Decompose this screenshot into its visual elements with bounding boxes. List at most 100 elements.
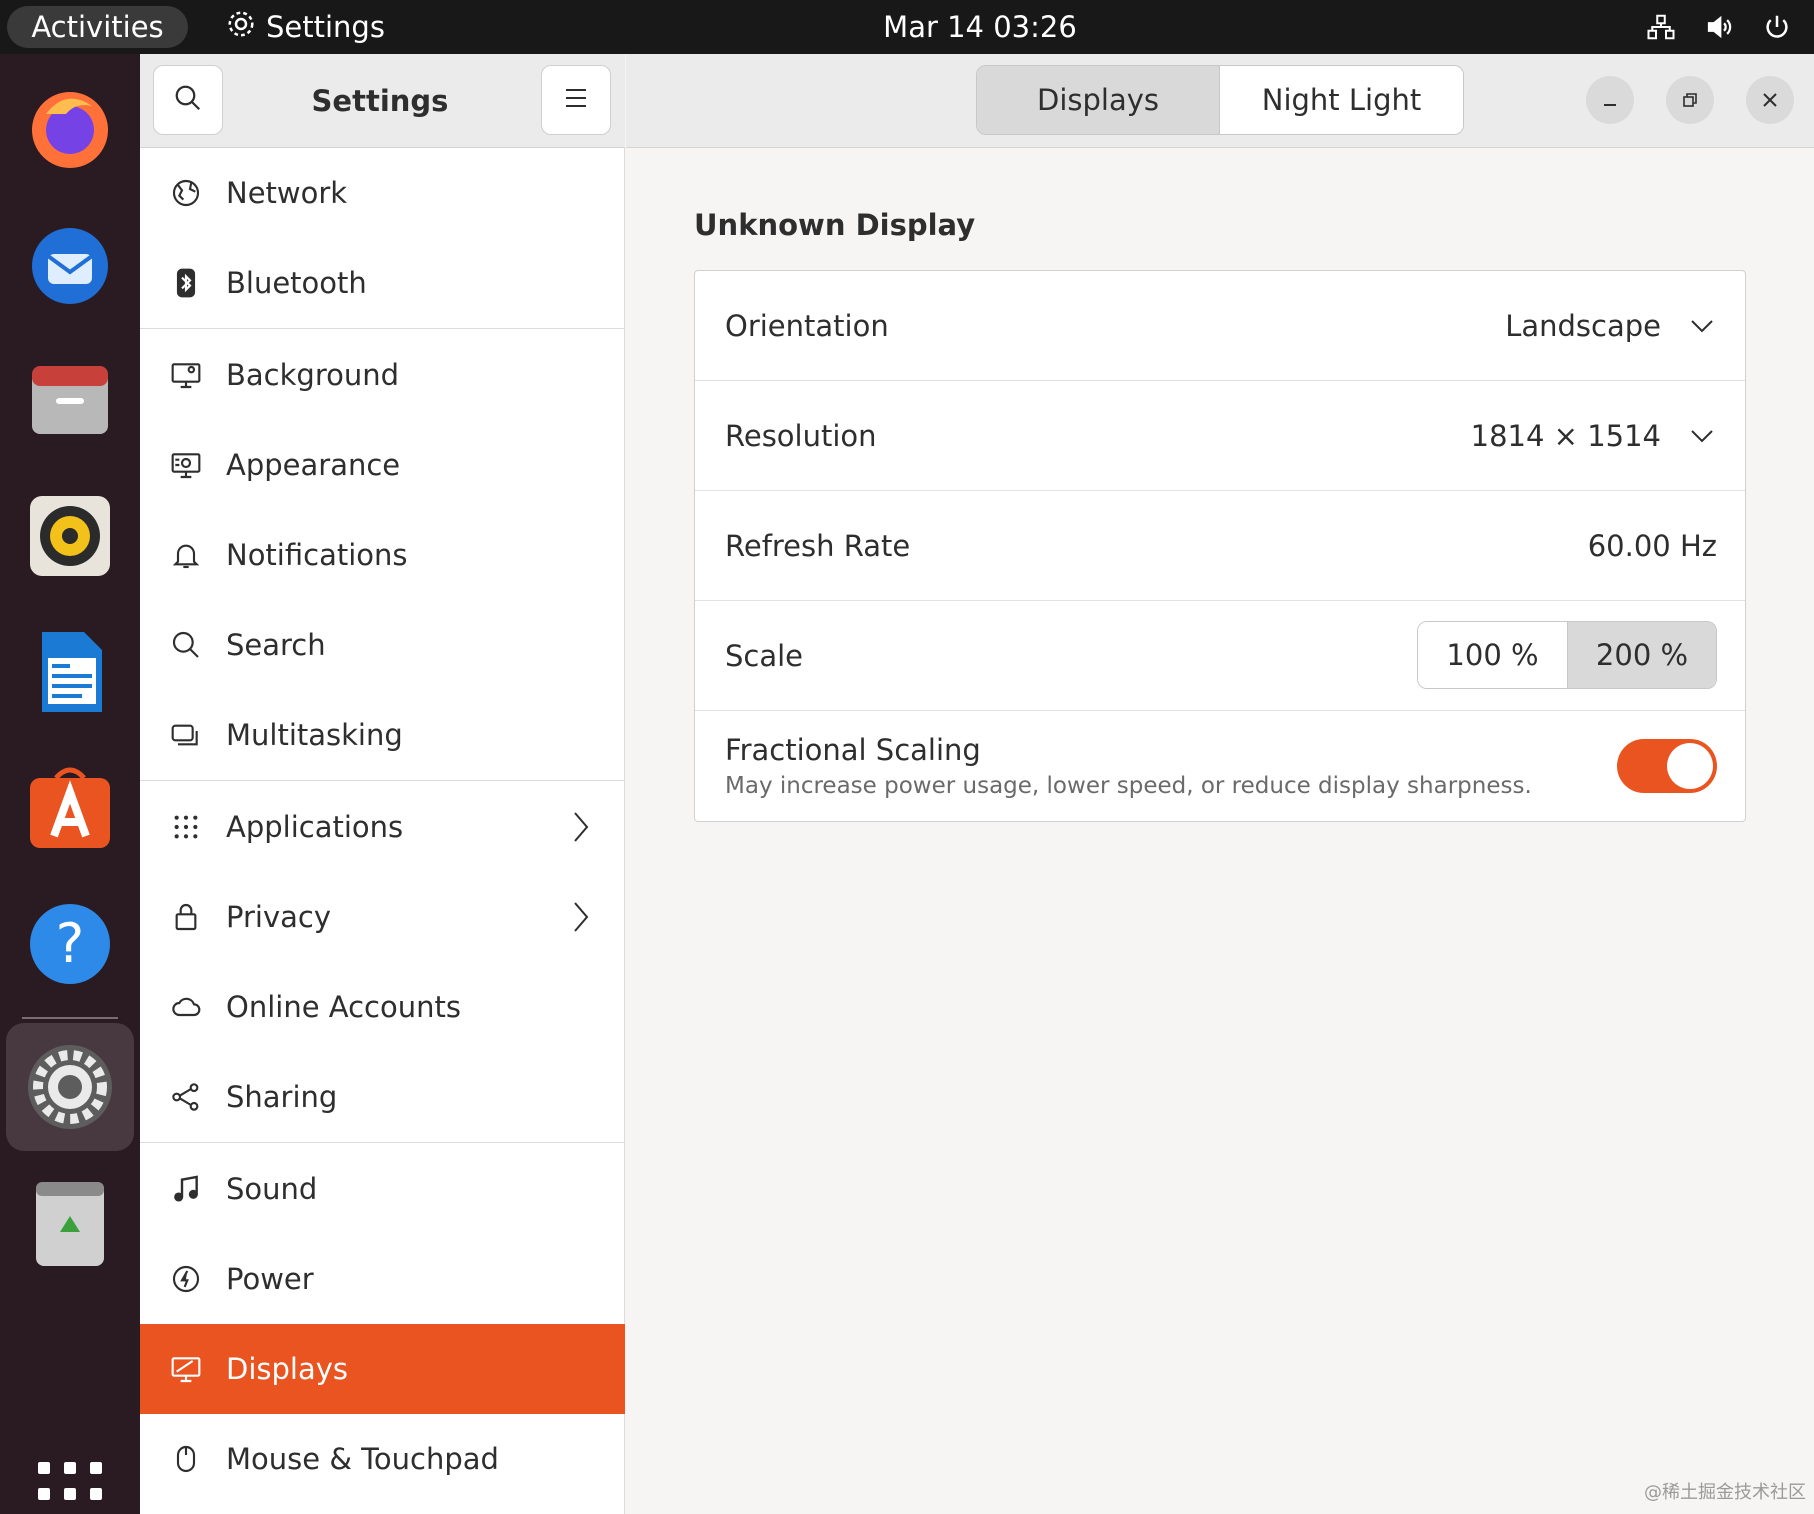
tab-displays[interactable]: Displays — [977, 66, 1220, 134]
resolution-row[interactable]: Resolution 1814 × 1514 — [695, 381, 1745, 491]
sidebar-item-sharing[interactable]: Sharing — [140, 1052, 625, 1142]
settings-nav-list: Network Bluetooth Background Appearance … — [140, 148, 625, 1504]
sidebar-item-sound[interactable]: Sound — [140, 1142, 625, 1234]
minimize-icon — [1604, 104, 1616, 106]
rhythmbox-icon[interactable] — [18, 484, 122, 588]
grid-icon — [168, 809, 204, 845]
activities-button[interactable]: Activities — [7, 6, 188, 48]
display-icon — [168, 1351, 204, 1387]
search-icon — [173, 83, 203, 117]
files-icon[interactable] — [18, 348, 122, 452]
sidebar-item-appearance[interactable]: Appearance — [140, 420, 625, 510]
fractional-scaling-toggle[interactable] — [1617, 739, 1717, 793]
scale-option-200[interactable]: 200 % — [1567, 622, 1716, 688]
sidebar-item-label: Background — [226, 357, 400, 392]
share-icon — [168, 1079, 204, 1115]
dock-separator — [22, 1017, 118, 1019]
main-menu-button[interactable] — [541, 65, 611, 135]
mouse-icon — [168, 1441, 204, 1477]
sidebar-item-bluetooth[interactable]: Bluetooth — [140, 238, 625, 328]
refresh-rate-label: Refresh Rate — [725, 528, 911, 563]
thunderbird-icon[interactable] — [18, 212, 122, 316]
sidebar-item-notifications[interactable]: Notifications — [140, 510, 625, 600]
sidebar-item-label: Online Accounts — [226, 990, 461, 1024]
sidebar-item-online-accounts[interactable]: Online Accounts — [140, 962, 625, 1052]
chevron-right-icon — [574, 811, 589, 842]
app-menu[interactable]: Settings — [226, 6, 385, 48]
app-name: Settings — [266, 10, 385, 44]
display-name-heading: Unknown Display — [694, 208, 976, 242]
search-icon — [168, 627, 204, 663]
sidebar-item-mouse-touchpad[interactable]: Mouse & Touchpad — [140, 1414, 625, 1504]
sidebar-item-label: Sound — [226, 1171, 318, 1206]
bell-icon — [168, 537, 204, 573]
show-applications-button[interactable] — [38, 1462, 102, 1514]
orientation-value: Landscape — [1505, 308, 1661, 343]
sidebar-item-network[interactable]: Network — [140, 148, 625, 238]
sidebar-item-label: Appearance — [226, 448, 401, 482]
sidebar-item-label: Displays — [226, 1352, 349, 1386]
resolution-value: 1814 × 1514 — [1470, 418, 1661, 453]
scale-selector: 100 % 200 % — [1417, 621, 1717, 689]
sidebar-item-background[interactable]: Background — [140, 328, 625, 420]
view-switcher: Displays Night Light — [976, 65, 1464, 135]
restore-icon — [1683, 93, 1697, 107]
close-button[interactable] — [1746, 76, 1794, 124]
orientation-row[interactable]: Orientation Landscape — [695, 271, 1745, 381]
firefox-icon[interactable] — [18, 76, 122, 180]
scale-option-100[interactable]: 100 % — [1418, 622, 1567, 688]
sidebar-item-power[interactable]: Power — [140, 1234, 625, 1324]
close-icon — [1763, 93, 1777, 107]
top-bar: Activities Settings Mar 14 03:26 — [0, 0, 1814, 54]
sidebar-header: Settings — [140, 54, 625, 148]
gear-icon — [226, 9, 256, 46]
sidebar-item-privacy[interactable]: Privacy — [140, 872, 625, 962]
clock[interactable]: Mar 14 03:26 — [780, 6, 1180, 48]
sidebar-item-label: Privacy — [226, 900, 331, 934]
orientation-label: Orientation — [725, 308, 889, 343]
volume-icon[interactable] — [1702, 10, 1736, 44]
toggle-knob — [1667, 743, 1713, 789]
settings-icon[interactable] — [6, 1023, 134, 1151]
maximize-button[interactable] — [1666, 76, 1714, 124]
sidebar-item-label: Multitasking — [226, 718, 403, 752]
sidebar-item-label: Mouse & Touchpad — [226, 1442, 499, 1476]
search-button[interactable] — [153, 65, 223, 135]
sidebar-item-label: Network — [226, 176, 348, 210]
sidebar-item-label: Notifications — [226, 538, 408, 572]
sidebar-item-label: Bluetooth — [226, 266, 367, 300]
dock: ? — [0, 54, 140, 1514]
network-icon — [168, 175, 204, 211]
writer-icon[interactable] — [18, 620, 122, 724]
sidebar-item-multitasking[interactable]: Multitasking — [140, 690, 625, 780]
sidebar-item-search[interactable]: Search — [140, 600, 625, 690]
lock-icon — [168, 899, 204, 935]
network-icon[interactable] — [1644, 10, 1678, 44]
trash-icon[interactable] — [18, 1172, 122, 1276]
fractional-scaling-label: Fractional Scaling — [725, 733, 981, 767]
music-note-icon — [168, 1171, 204, 1207]
settings-sidebar: Settings Network Bluetooth Background Ap… — [140, 54, 625, 1514]
watermark: @稀土掘金技术社区 — [1644, 1482, 1806, 1503]
bluetooth-icon — [168, 265, 204, 301]
background-icon — [168, 357, 204, 393]
scale-row: Scale 100 % 200 % — [695, 601, 1745, 711]
system-tray[interactable] — [1644, 6, 1794, 48]
sidebar-item-label: Sharing — [226, 1080, 338, 1114]
chevron-right-icon — [574, 902, 589, 932]
svg-text:?: ? — [56, 912, 85, 975]
power-icon[interactable] — [1760, 10, 1794, 44]
app-center-icon[interactable] — [18, 756, 122, 860]
minimize-button[interactable] — [1586, 76, 1634, 124]
sidebar-item-applications[interactable]: Applications — [140, 780, 625, 872]
refresh-rate-value: 60.00 Hz — [1587, 528, 1717, 563]
help-icon[interactable]: ? — [18, 892, 122, 996]
resolution-label: Resolution — [725, 418, 877, 453]
hamburger-icon — [563, 87, 589, 113]
main-header: Displays Night Light — [626, 54, 1814, 148]
fractional-scaling-description: May increase power usage, lower speed, o… — [725, 773, 1532, 799]
appearance-icon — [168, 447, 204, 483]
tab-night-light[interactable]: Night Light — [1220, 66, 1463, 134]
sidebar-item-displays[interactable]: Displays — [140, 1324, 625, 1414]
sidebar-title: Settings — [311, 84, 449, 118]
